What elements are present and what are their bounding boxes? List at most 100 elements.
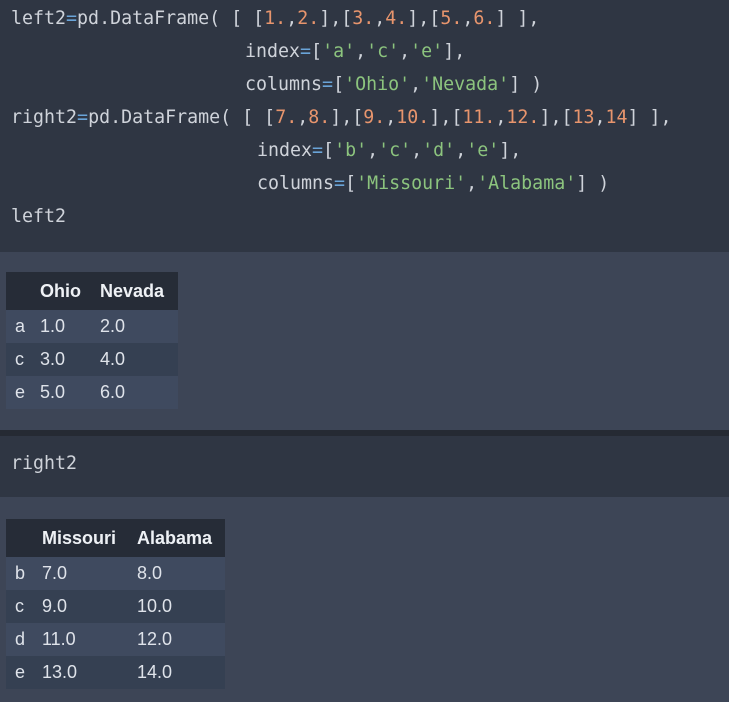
table-cell: 12.0 xyxy=(136,623,225,656)
output-area-right2: Missouri Alabama b 7.0 8.0 c 9.0 10.0 d … xyxy=(0,497,729,702)
code-token-punc: , xyxy=(297,107,309,128)
table-cell: 14.0 xyxy=(136,656,225,689)
code-token-punc: , xyxy=(367,140,379,161)
code-token-ident: right2 xyxy=(11,453,78,474)
code-token-punc: , xyxy=(594,107,606,128)
code-token-op: = xyxy=(322,74,334,95)
table-cell: 3.0 xyxy=(39,343,99,376)
table-cell: 5.0 xyxy=(39,376,99,409)
dataframe-table-right2: Missouri Alabama b 7.0 8.0 c 9.0 10.0 d … xyxy=(6,519,225,689)
code-token-str: 'c' xyxy=(366,41,400,62)
code-token-str: 'a' xyxy=(322,41,356,62)
code-token-punc: , xyxy=(410,74,422,95)
code-token-str: 'Ohio' xyxy=(344,74,411,95)
code-token-punc: ],[ xyxy=(330,107,364,128)
code-token-ident: columns xyxy=(245,74,323,95)
code-token-punc: , xyxy=(495,107,507,128)
code-token-punc: , xyxy=(374,8,386,29)
row-index: b xyxy=(6,557,41,590)
code-token-num: 9. xyxy=(363,107,386,128)
code-token-str: 'Nevada' xyxy=(421,74,510,95)
code-token-num: 4. xyxy=(385,8,408,29)
table-row: a 1.0 2.0 xyxy=(6,310,178,343)
row-index: c xyxy=(6,590,41,623)
code-line: left2 xyxy=(11,205,66,229)
code-token-str: 'b' xyxy=(334,140,368,161)
code-token-punc: , xyxy=(385,107,397,128)
code-token-punc: ],[ xyxy=(429,107,463,128)
code-token-punc: ( [ [ xyxy=(220,107,276,128)
code-token-punc: ], xyxy=(443,41,466,62)
table-cell: 13.0 xyxy=(41,656,136,689)
code-token-ident: DataFrame xyxy=(121,107,221,128)
code-token-ident: left2 xyxy=(11,206,67,227)
code-token-num: 6. xyxy=(473,8,496,29)
code-token-punc: , xyxy=(411,140,423,161)
code-token-str: 'd' xyxy=(422,140,456,161)
code-cell-left2[interactable]: left2=pd.DataFrame( [ [1.,2.],[3.,4.],[5… xyxy=(0,0,729,252)
row-index: e xyxy=(6,656,41,689)
code-token-ident: pd xyxy=(88,107,111,128)
code-token-punc: ( [ [ xyxy=(209,8,265,29)
table-row: c 9.0 10.0 xyxy=(6,590,225,623)
column-header-missouri: Missouri xyxy=(41,519,136,557)
code-token-punc: , xyxy=(355,41,367,62)
code-token-ident: pd xyxy=(77,8,100,29)
table-cell: 11.0 xyxy=(41,623,136,656)
code-token-str: 'Missouri' xyxy=(356,173,467,194)
code-token-num: 12. xyxy=(506,107,540,128)
column-header-ohio: Ohio xyxy=(39,272,99,310)
code-token-num: 7. xyxy=(275,107,298,128)
code-token-num: 13 xyxy=(572,107,595,128)
code-token-num: 14 xyxy=(605,107,628,128)
code-token-ident: right2 xyxy=(11,107,78,128)
column-header-alabama: Alabama xyxy=(136,519,225,557)
dataframe-table-left2: Ohio Nevada a 1.0 2.0 c 3.0 4.0 e 5.0 6.… xyxy=(6,272,178,409)
code-token-punc: ],[ xyxy=(319,8,353,29)
code-token-punc: ] ) xyxy=(509,74,543,95)
code-token-num: 3. xyxy=(352,8,375,29)
code-token-punc: , xyxy=(462,8,474,29)
code-token-punc: [ xyxy=(311,41,323,62)
code-token-num: 1. xyxy=(264,8,287,29)
code-cell-right2[interactable]: right2 xyxy=(0,436,729,497)
code-token-ident: columns xyxy=(257,173,335,194)
table-cell: 9.0 xyxy=(41,590,136,623)
table-cell: 10.0 xyxy=(136,590,225,623)
table-cell: 7.0 xyxy=(41,557,136,590)
code-token-punc: ] ], xyxy=(495,8,540,29)
code-token-ident: index xyxy=(245,41,301,62)
code-token-punc: , xyxy=(286,8,298,29)
table-cell: 4.0 xyxy=(99,343,178,376)
code-token-num: 5. xyxy=(440,8,463,29)
code-token-punc: . xyxy=(99,8,111,29)
code-token-str: 'e' xyxy=(410,41,444,62)
index-header xyxy=(6,272,39,310)
code-token-op: = xyxy=(334,173,346,194)
code-line: index=['a','c','e'], xyxy=(245,40,465,64)
code-token-punc: , xyxy=(399,41,411,62)
table-header-row: Ohio Nevada xyxy=(6,272,178,310)
row-index: a xyxy=(6,310,39,343)
code-line: left2=pd.DataFrame( [ [1.,2.],[3.,4.],[5… xyxy=(11,7,539,31)
code-line: index=['b','c','d','e'], xyxy=(257,139,521,163)
table-row: c 3.0 4.0 xyxy=(6,343,178,376)
code-token-str: 'Alabama' xyxy=(477,173,577,194)
table-row: d 11.0 12.0 xyxy=(6,623,225,656)
index-header xyxy=(6,519,41,557)
code-token-str: 'c' xyxy=(378,140,412,161)
code-line: right2=pd.DataFrame( [ [7.,8.],[9.,10.],… xyxy=(11,106,672,130)
code-token-punc: [ xyxy=(333,74,345,95)
column-header-nevada: Nevada xyxy=(99,272,178,310)
code-token-punc: ] ], xyxy=(627,107,672,128)
code-token-op: = xyxy=(300,41,312,62)
code-token-punc: . xyxy=(110,107,122,128)
code-token-punc: , xyxy=(466,173,478,194)
row-index: c xyxy=(6,343,39,376)
row-index: e xyxy=(6,376,39,409)
table-cell: 1.0 xyxy=(39,310,99,343)
code-line: columns=['Missouri','Alabama'] ) xyxy=(257,172,609,196)
table-row: b 7.0 8.0 xyxy=(6,557,225,590)
code-token-op: = xyxy=(66,8,78,29)
code-line: right2 xyxy=(11,452,77,476)
